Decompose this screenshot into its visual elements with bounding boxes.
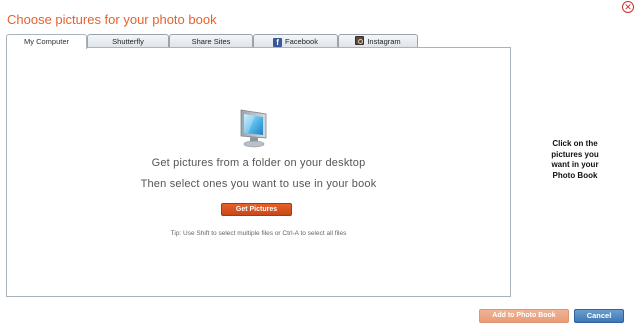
tab-label: Instagram bbox=[367, 37, 401, 46]
facebook-icon: f bbox=[273, 38, 283, 47]
tab-shutterfly[interactable]: Shutterfly bbox=[87, 34, 169, 48]
tab-label: Shutterfly bbox=[112, 37, 144, 46]
monitor-icon bbox=[240, 109, 267, 148]
tab-label: Share Sites bbox=[191, 37, 231, 46]
tab-instagram[interactable]: Instagram bbox=[338, 34, 418, 48]
tab-my-computer[interactable]: My Computer bbox=[6, 34, 87, 49]
tab-label: Facebook bbox=[285, 37, 318, 46]
add-to-photo-book-button[interactable]: Add to Photo Book bbox=[479, 309, 569, 323]
cancel-button[interactable]: Cancel bbox=[574, 309, 624, 323]
my-computer-panel: Get pictures from a folder on your deskt… bbox=[6, 47, 511, 297]
dialog-title: Choose pictures for your photo book bbox=[7, 12, 217, 27]
instagram-icon bbox=[355, 36, 365, 45]
close-icon[interactable]: ✕ bbox=[622, 1, 634, 13]
hint-line: want in your bbox=[551, 160, 599, 169]
hint-line: Click on the bbox=[552, 139, 598, 148]
tab-facebook[interactable]: f Facebook bbox=[253, 34, 338, 48]
tab-share-sites[interactable]: Share Sites bbox=[169, 34, 253, 48]
instruction-line-1: Get pictures from a folder on your deskt… bbox=[151, 157, 366, 169]
instruction-line-2: Then select ones you want to use in your… bbox=[140, 178, 377, 190]
tip-text: Tip: Use Shift to select multiple files … bbox=[170, 230, 347, 237]
get-pictures-button[interactable]: Get Pictures bbox=[221, 203, 292, 216]
tab-label: My Computer bbox=[23, 37, 69, 46]
selection-hint: Click on the pictures you want in your P… bbox=[527, 139, 623, 181]
hint-line: pictures you bbox=[551, 149, 599, 159]
hint-line: Photo Book bbox=[552, 170, 598, 180]
